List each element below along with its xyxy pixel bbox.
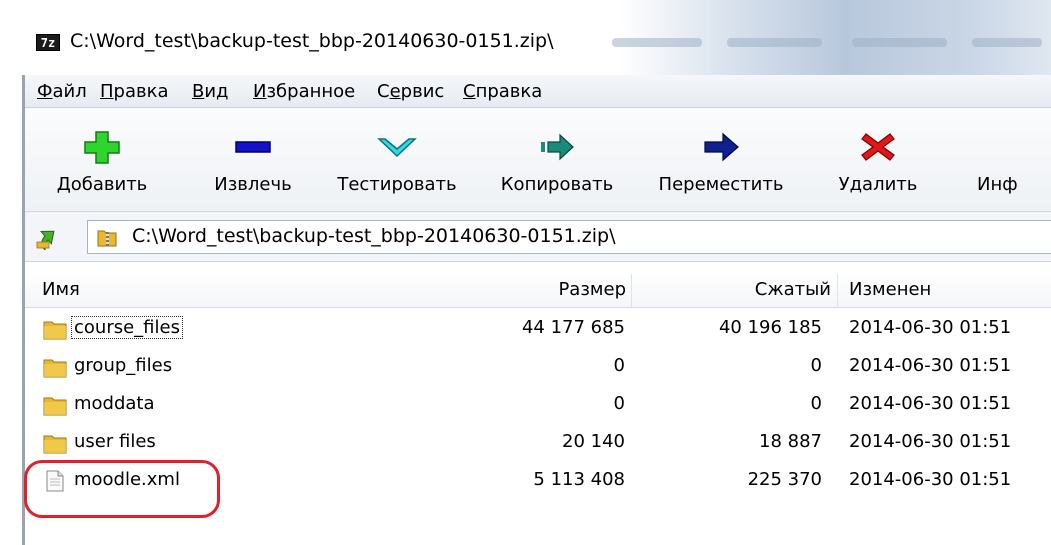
delete-icon xyxy=(861,133,895,161)
row-size: 44 177 685 xyxy=(521,317,625,338)
menu-favorites[interactable]: Избранное xyxy=(251,79,357,104)
menu-file[interactable]: Файл xyxy=(35,79,89,104)
row-size: 0 xyxy=(613,393,625,414)
info-button[interactable]: Инф xyxy=(973,108,1051,212)
row-modified: 2014-06-30 01:51 xyxy=(849,393,1012,414)
column-size[interactable]: Размер xyxy=(558,279,626,300)
copy-icon xyxy=(541,133,574,161)
add-icon xyxy=(84,131,120,164)
menu-view[interactable]: Вид xyxy=(190,79,231,104)
add-button[interactable]: Добавить xyxy=(47,108,157,212)
menu-edit[interactable]: Правка xyxy=(98,79,171,104)
delete-button[interactable]: Удалить xyxy=(823,108,933,212)
add-label: Добавить xyxy=(56,174,148,195)
table-row[interactable]: user files 20 140 18 887 2014-06-30 01:51 xyxy=(25,424,1051,463)
extract-icon xyxy=(235,141,271,153)
row-packed: 225 370 xyxy=(747,469,822,490)
row-size: 0 xyxy=(613,355,625,376)
title-bar: 7z C:\Word_test\backup-test_bbp-20140630… xyxy=(22,0,1051,75)
path-field[interactable]: C:\Word_test\backup-test_bbp-20140630-01… xyxy=(87,220,1051,254)
row-name: group_files xyxy=(74,355,173,376)
list-header: Имя Размер Сжатый Изменен xyxy=(25,274,1051,308)
extract-button[interactable]: Извлечь xyxy=(203,108,303,212)
row-packed: 0 xyxy=(810,393,822,414)
blurred-window-text xyxy=(972,38,1042,47)
test-label: Тестировать xyxy=(337,174,457,195)
row-name: user files xyxy=(74,431,156,452)
row-modified: 2014-06-30 01:51 xyxy=(849,317,1012,338)
copy-label: Копировать xyxy=(500,174,614,195)
blurred-window-text xyxy=(852,38,947,47)
column-packed[interactable]: Сжатый xyxy=(755,279,831,300)
menu-tools[interactable]: Сервис xyxy=(375,79,446,104)
annotation-highlight-circle xyxy=(24,460,220,518)
row-name: moddata xyxy=(74,393,155,414)
row-modified: 2014-06-30 01:51 xyxy=(849,469,1012,490)
column-modified[interactable]: Изменен xyxy=(849,279,931,300)
move-label: Переместить xyxy=(658,174,784,195)
row-name: course_files xyxy=(71,316,183,339)
row-size: 20 140 xyxy=(562,431,625,452)
table-row[interactable]: moddata 0 0 2014-06-30 01:51 xyxy=(25,386,1051,425)
row-size: 5 113 408 xyxy=(533,469,625,490)
table-row[interactable]: course_files 44 177 685 40 196 185 2014-06-… xyxy=(25,310,1051,349)
up-folder-icon[interactable] xyxy=(34,224,60,250)
info-label: Инф xyxy=(977,174,1018,195)
test-icon xyxy=(377,138,417,158)
delete-label: Удалить xyxy=(838,174,918,195)
row-modified: 2014-06-30 01:51 xyxy=(849,431,1012,452)
move-button[interactable]: Переместить xyxy=(651,108,791,212)
path-text: C:\Word_test\backup-test_bbp-20140630-01… xyxy=(132,225,616,247)
blurred-window-text xyxy=(612,38,702,47)
7zip-app-icon: 7z xyxy=(36,34,60,51)
extract-label: Извлечь xyxy=(214,174,292,195)
menu-bar: Файл Правка Вид Избранное Сервис Справка xyxy=(25,75,1051,108)
menu-help[interactable]: Справка xyxy=(461,79,544,104)
folder-icon xyxy=(43,359,67,378)
column-separator[interactable] xyxy=(631,274,632,308)
blurred-window-text xyxy=(727,38,822,47)
toolbar: Добавить Извлечь Тестировать Копировать … xyxy=(25,108,1051,212)
column-name[interactable]: Имя xyxy=(42,279,80,300)
folder-icon xyxy=(43,435,67,454)
folder-icon xyxy=(43,397,67,416)
folder-icon xyxy=(43,321,67,340)
move-icon xyxy=(704,132,739,162)
row-packed: 40 196 185 xyxy=(718,317,822,338)
row-packed: 18 887 xyxy=(759,431,822,452)
window-title: C:\Word_test\backup-test_bbp-20140630-01… xyxy=(70,30,554,52)
row-packed: 0 xyxy=(810,355,822,376)
test-button[interactable]: Тестировать xyxy=(327,108,467,212)
column-separator[interactable] xyxy=(837,274,838,308)
table-row[interactable]: group_files 0 0 2014-06-30 01:51 xyxy=(25,348,1051,387)
copy-button[interactable]: Копировать xyxy=(492,108,622,212)
zip-archive-icon xyxy=(97,230,117,247)
row-modified: 2014-06-30 01:51 xyxy=(849,355,1012,376)
address-bar: C:\Word_test\backup-test_bbp-20140630-01… xyxy=(25,212,1051,262)
